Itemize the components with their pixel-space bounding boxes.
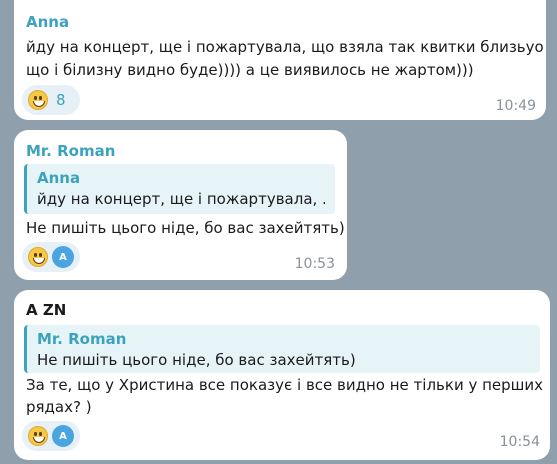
- sender-name[interactable]: A ZN: [26, 301, 66, 319]
- message-text-line: йду на концерт, ще і пожартувала, що взя…: [26, 38, 544, 56]
- message-bubble[interactable]: A ZN Mr. Roman Не пишіть цього ніде, бо …: [14, 290, 550, 460]
- sender-name[interactable]: Anna: [26, 13, 69, 31]
- reaction-count: 8: [56, 91, 66, 109]
- grinning-face-icon: [28, 426, 48, 446]
- reaction-chip[interactable]: A: [22, 242, 80, 272]
- grinning-face-icon: [28, 247, 48, 267]
- reaction-chip[interactable]: A: [22, 421, 80, 451]
- reply-quote[interactable]: Anna йду на концерт, ще і пожартувала, .…: [24, 164, 335, 214]
- reply-sender-name: Anna: [37, 169, 81, 187]
- reactor-avatar: A: [52, 246, 74, 268]
- message-time: 10:53: [294, 256, 335, 272]
- message-bubble[interactable]: Anna йду на концерт, ще і пожартувала, щ…: [14, 0, 546, 120]
- message-text: Не пишіть цього ніде, бо вас захейтять): [26, 219, 345, 237]
- reactor-avatar: A: [52, 425, 74, 447]
- reply-text: йду на концерт, ще і пожартувала, ...: [37, 190, 325, 208]
- reply-quote[interactable]: Mr. Roman Не пишіть цього ніде, бо вас з…: [24, 325, 540, 373]
- message-text-line: що і білизну видно буде)))) а це виявило…: [26, 61, 474, 79]
- sender-name[interactable]: Mr. Roman: [26, 142, 115, 160]
- message-text-line: За те, що у Христина все показує і все в…: [26, 376, 544, 394]
- reply-sender-name: Mr. Roman: [37, 330, 127, 348]
- reaction-chip[interactable]: 8: [22, 85, 80, 115]
- grinning-face-icon: [28, 90, 48, 110]
- reply-text: Не пишіть цього ніде, бо вас захейтять): [37, 351, 356, 369]
- message-bubble[interactable]: Mr. Roman Anna йду на концерт, ще і пожа…: [14, 130, 347, 280]
- message-time: 10:49: [495, 98, 536, 114]
- message-text-line: рядах? ): [26, 398, 92, 416]
- message-time: 10:54: [499, 434, 540, 450]
